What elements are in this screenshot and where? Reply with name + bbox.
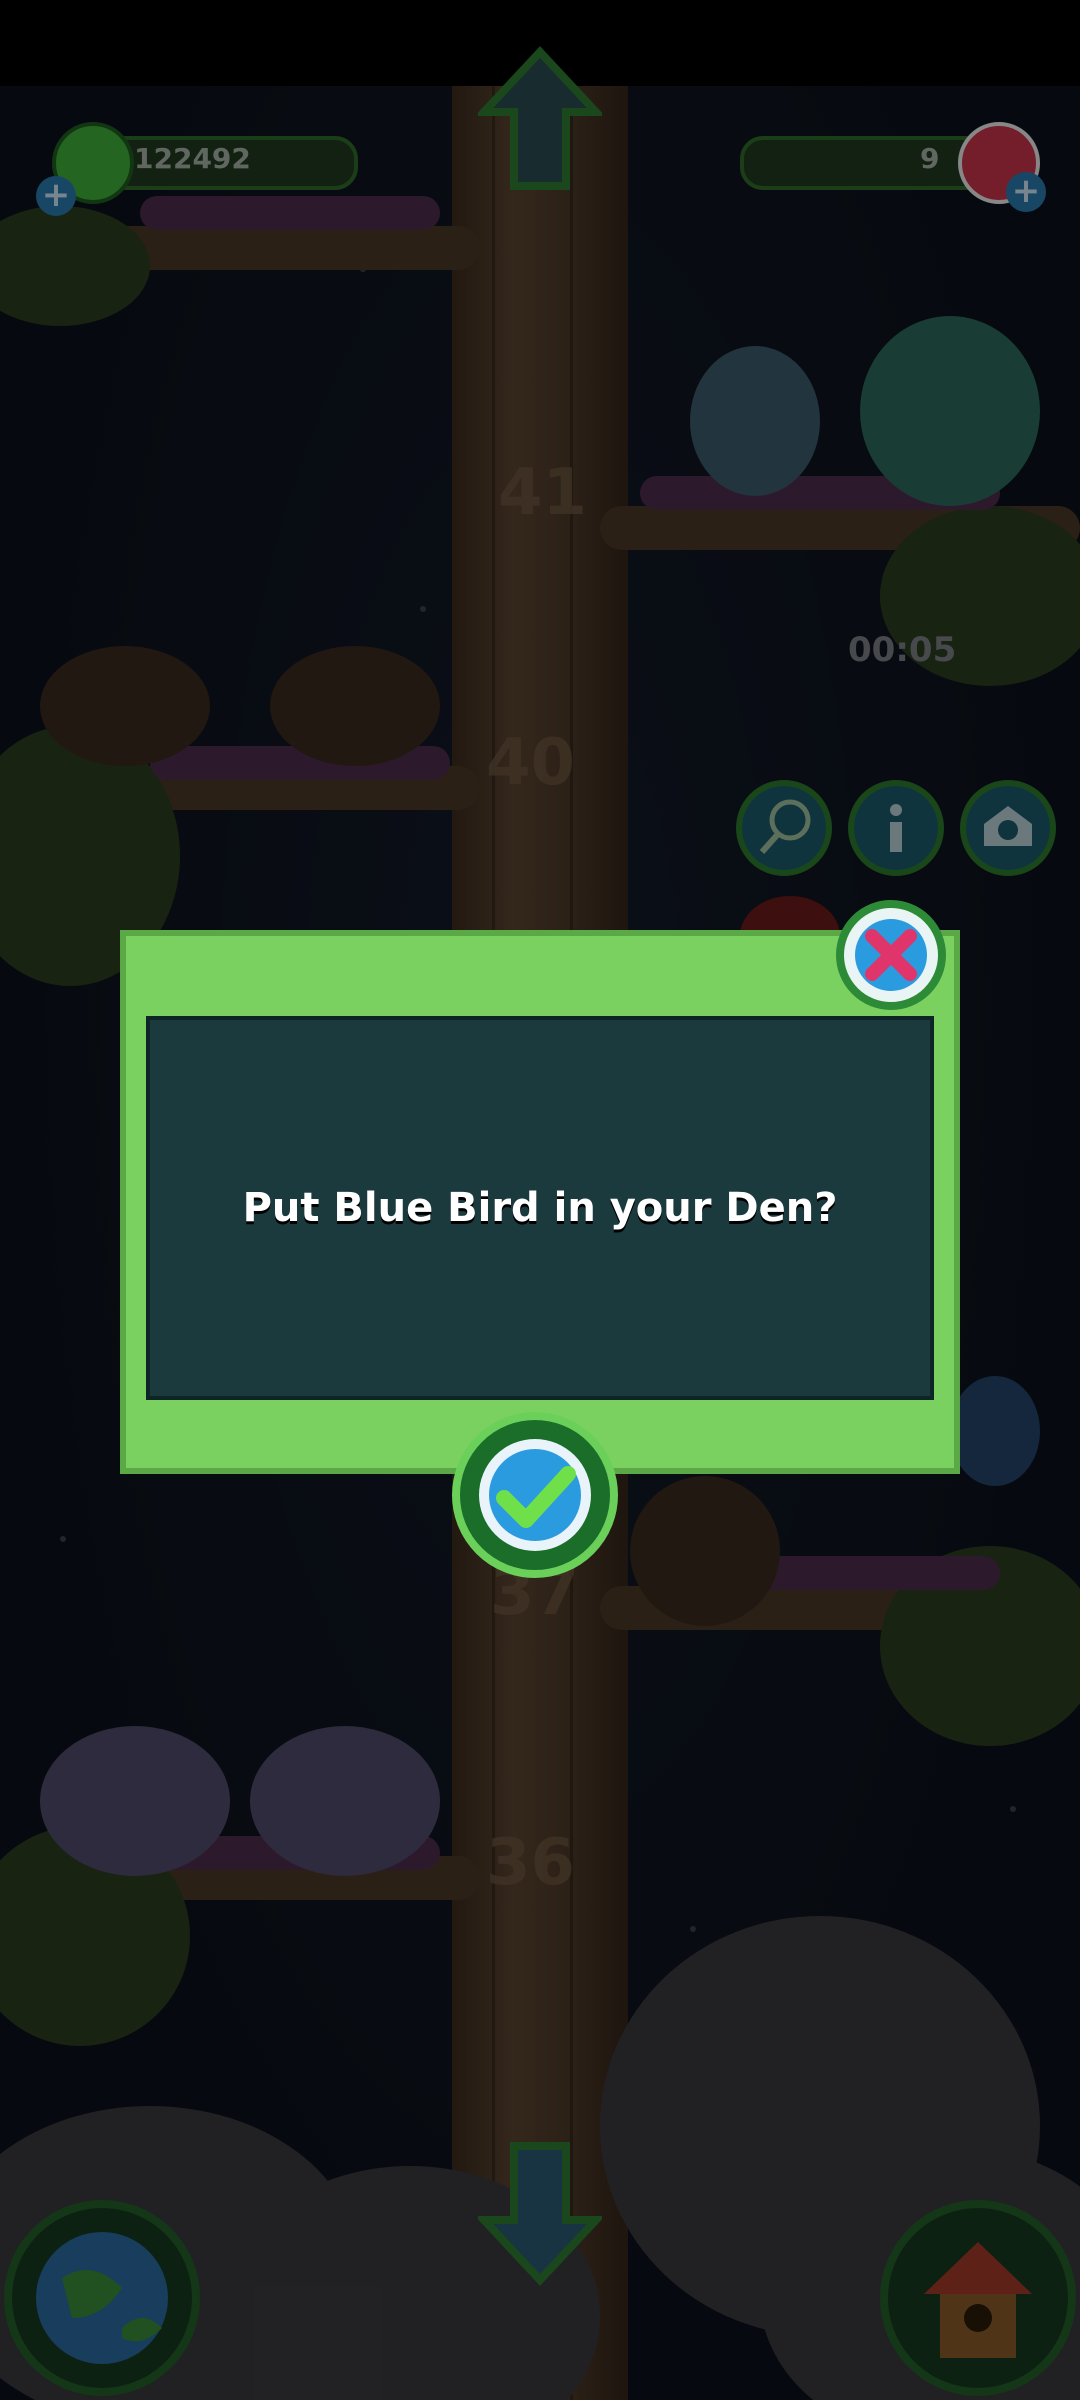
close-button[interactable] [836,900,946,1010]
checkmark-icon [479,1439,591,1551]
confirm-button[interactable] [452,1412,618,1578]
dialog-body: Put Blue Bird in your Den? [146,1016,934,1400]
close-icon [855,919,927,991]
dialog-message: Put Blue Bird in your Den? [242,1185,838,1231]
confirm-dialog: Put Blue Bird in your Den? [120,930,960,1474]
